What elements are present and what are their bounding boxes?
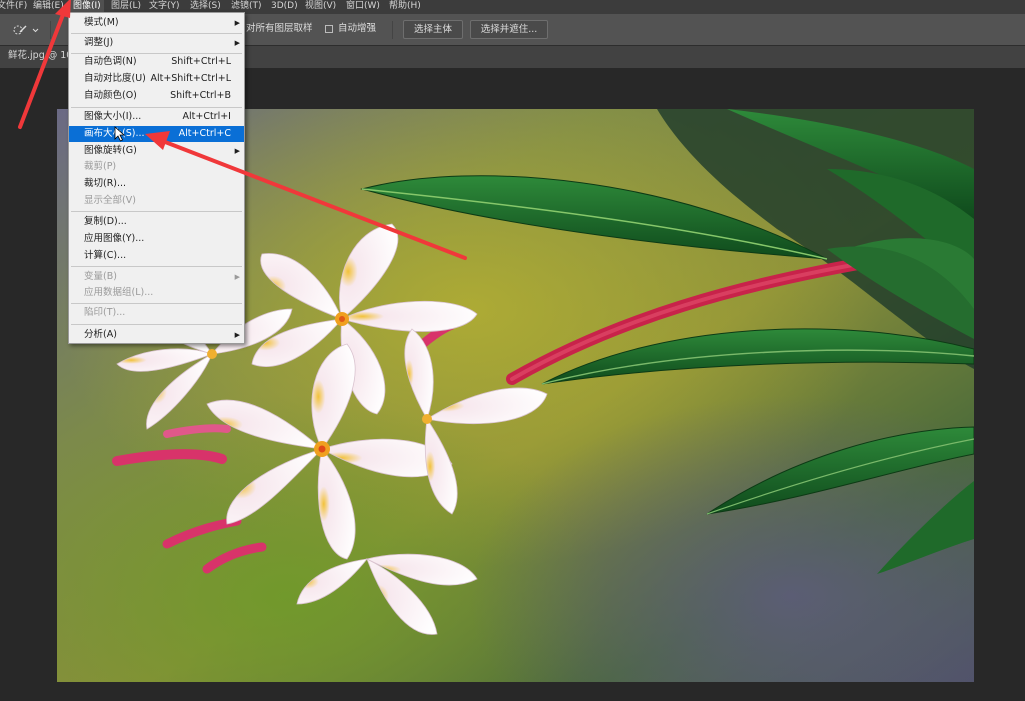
menu-window[interactable]: 窗口(W)	[343, 0, 383, 14]
menu-separator	[71, 303, 242, 304]
menu-item-image-rotation[interactable]: 图像旋转(G) ▶	[69, 143, 244, 159]
menu-item-canvas-size[interactable]: 画布大小(S)... Alt+Ctrl+C	[69, 126, 244, 142]
menu-separator	[71, 33, 242, 34]
menu-item-trim[interactable]: 裁切(R)...	[69, 176, 244, 192]
menu-3d[interactable]: 3D(D)	[268, 0, 301, 14]
menu-item-calculations[interactable]: 计算(C)...	[69, 248, 244, 264]
menu-item-auto-color[interactable]: 自动颜色(O) Shift+Ctrl+B	[69, 88, 244, 104]
mouse-cursor-icon	[114, 126, 126, 142]
menu-item-crop[interactable]: 裁剪(P)	[69, 159, 244, 175]
menu-item-adjustments[interactable]: 调整(J) ▶	[69, 35, 244, 51]
menu-edit[interactable]: 编辑(E)	[30, 0, 67, 14]
select-and-mask-button[interactable]: 选择并遮住...	[470, 20, 548, 39]
sample-all-layers-label: 对所有图层取样	[246, 23, 313, 34]
auto-enhance-checkbox[interactable]	[325, 25, 333, 33]
quick-selection-tool-icon	[13, 25, 39, 35]
menu-item-image-size[interactable]: 图像大小(I)... Alt+Ctrl+I	[69, 109, 244, 125]
menu-item-apply-data-set[interactable]: 应用数据组(L)...	[69, 285, 244, 301]
menu-file[interactable]: 文件(F)	[0, 0, 30, 14]
menu-help[interactable]: 帮助(H)	[386, 0, 424, 14]
menu-item-analysis[interactable]: 分析(A) ▶	[69, 327, 244, 343]
menu-item-variables[interactable]: 变量(B) ▶	[69, 269, 244, 285]
menu-view[interactable]: 视图(V)	[302, 0, 339, 14]
tool-preset-picker[interactable]	[12, 23, 42, 37]
menu-separator	[71, 211, 242, 212]
menu-item-mode[interactable]: 模式(M) ▶	[69, 15, 244, 31]
select-subject-button[interactable]: 选择主体	[403, 20, 463, 39]
submenu-arrow-icon: ▶	[234, 19, 240, 27]
submenu-arrow-icon: ▶	[234, 39, 240, 47]
menu-item-reveal-all[interactable]: 显示全部(V)	[69, 193, 244, 209]
submenu-arrow-icon: ▶	[234, 147, 240, 155]
submenu-arrow-icon: ▶	[234, 273, 240, 281]
menu-separator	[71, 107, 242, 108]
menu-item-auto-tone[interactable]: 自动色调(N) Shift+Ctrl+L	[69, 54, 244, 70]
menu-separator	[71, 324, 242, 325]
auto-enhance-label: 自动增强	[338, 23, 377, 34]
menu-item-trap[interactable]: 陷印(T)...	[69, 305, 244, 321]
options-divider	[50, 21, 51, 39]
menu-item-auto-contrast[interactable]: 自动对比度(U) Alt+Shift+Ctrl+L	[69, 71, 244, 87]
menu-item-apply-image[interactable]: 应用图像(Y)...	[69, 231, 244, 247]
menu-separator	[71, 266, 242, 267]
menu-item-duplicate[interactable]: 复制(D)...	[69, 214, 244, 230]
image-menu-dropdown: 模式(M) ▶ 调整(J) ▶ 自动色调(N) Shift+Ctrl+L 自动对比度(…	[68, 12, 245, 344]
submenu-arrow-icon: ▶	[234, 331, 240, 339]
options-divider	[392, 21, 393, 39]
